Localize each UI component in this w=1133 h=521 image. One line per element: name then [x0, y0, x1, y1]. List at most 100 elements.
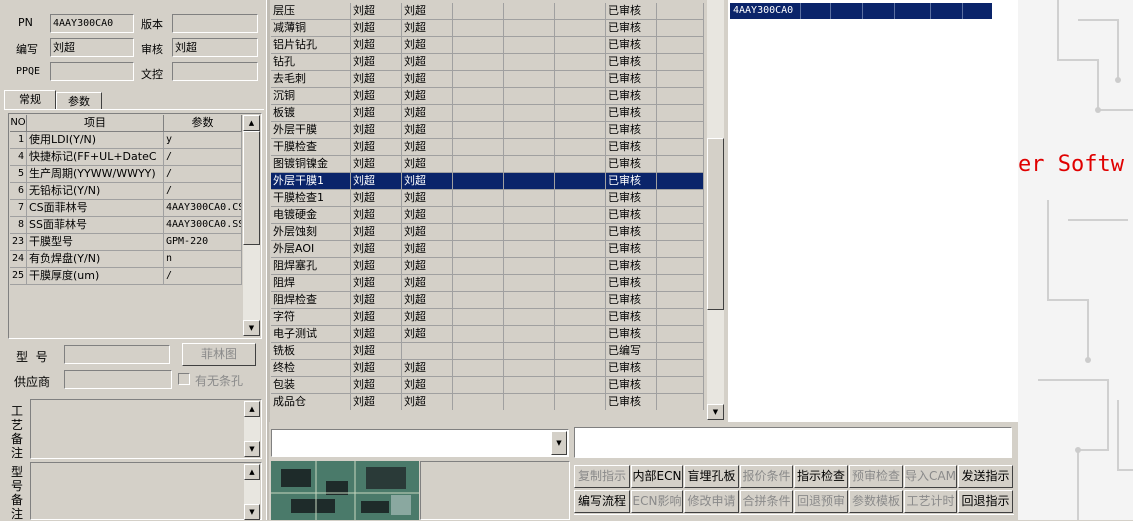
process-grid-scrollbar[interactable]: ▼	[707, 0, 724, 420]
scroll-thumb[interactable]	[243, 131, 260, 245]
scroll-up-icon[interactable]: ▲	[244, 464, 260, 480]
merge-condition-button[interactable]: 合拼条件	[740, 490, 793, 513]
param-grid-scrollbar[interactable]: ▲ ▼	[243, 115, 260, 336]
table-row[interactable]: 阻焊检查 刘超 刘超 已审核	[271, 292, 704, 309]
col-no-header[interactable]: NO	[10, 115, 27, 132]
table-row[interactable]: 24 有负焊盘(Y/N) n	[10, 251, 242, 268]
table-row[interactable]: 铝片钻孔 刘超 刘超 已审核	[271, 37, 704, 54]
process-note-scrollbar[interactable]: ▲ ▼	[244, 401, 260, 457]
table-row[interactable]: 减薄铜 刘超 刘超 已审核	[271, 20, 704, 37]
process-cell-status: 已审核	[606, 360, 657, 377]
table-row[interactable]: 字符 刘超 刘超 已审核	[271, 309, 704, 326]
table-row[interactable]: 去毛刺 刘超 刘超 已审核	[271, 71, 704, 88]
table-row[interactable]: 干膜检查 刘超 刘超 已审核	[271, 139, 704, 156]
model-note-scrollbar[interactable]: ▲ ▼	[244, 464, 260, 520]
editor-field[interactable]: 刘超	[50, 38, 134, 57]
ppqe-field[interactable]	[50, 62, 134, 81]
ecn-impact-button[interactable]: ECN影响	[631, 490, 683, 513]
param-template-button[interactable]: 参数模板	[849, 490, 903, 513]
table-row[interactable]: 图镀铜镍金 刘超 刘超 已审核	[271, 156, 704, 173]
table-row[interactable]: 阻焊 刘超 刘超 已审核	[271, 275, 704, 292]
supplier-field[interactable]	[64, 370, 172, 389]
table-row[interactable]: 沉铜 刘超 刘超 已审核	[271, 88, 704, 105]
version-field[interactable]	[172, 14, 258, 33]
table-row[interactable]: 成品仓 刘超 刘超 已审核	[271, 394, 704, 410]
col-item-header[interactable]: 项目	[27, 115, 164, 132]
table-row[interactable]: 5 生产周期(YYWW/WWYY) /	[10, 166, 242, 183]
process-cell-reviewer: 刘超	[402, 190, 453, 207]
table-row[interactable]: 23 干膜型号 GPM-220	[10, 234, 242, 251]
table-row[interactable]: 包装 刘超 刘超 已审核	[271, 377, 704, 394]
table-row[interactable]: 电子测试 刘超 刘超 已审核	[271, 326, 704, 343]
remark-input[interactable]	[574, 427, 1012, 458]
table-row[interactable]: 25 干膜厚度(um) /	[10, 268, 242, 285]
param-grid[interactable]: NO 项目 参数 1 使用LDI(Y/N) y 4 快捷标记(FF+UL+Dat…	[10, 115, 242, 336]
right-list-item: 4AAY300CA0	[733, 5, 794, 16]
table-row[interactable]: 外层蚀刻 刘超 刘超 已审核	[271, 224, 704, 241]
flow-combo[interactable]: ▼	[271, 429, 569, 457]
write-flow-button[interactable]: 编写流程	[574, 490, 630, 513]
table-row[interactable]: 干膜检查1 刘超 刘超 已审核	[271, 190, 704, 207]
process-cell-empty	[657, 360, 704, 377]
rollback-prereview-button[interactable]: 回退预审	[794, 490, 848, 513]
scroll-down-icon[interactable]: ▼	[244, 504, 260, 520]
right-list-selected-row[interactable]: 4AAY300CA0	[730, 3, 992, 19]
import-cam-button[interactable]: 导入CAM	[904, 465, 957, 488]
process-cell-empty	[453, 37, 504, 54]
pn-field[interactable]: 4AAY300CA0	[50, 14, 134, 33]
internal-ecn-button[interactable]: 内部ECN	[631, 465, 683, 488]
table-row[interactable]: 电镀硬金 刘超 刘超 已审核	[271, 207, 704, 224]
copy-instruction-button[interactable]: 复制指示	[574, 465, 630, 488]
quote-condition-button[interactable]: 报价条件	[740, 465, 793, 488]
tab-general[interactable]: 常规	[4, 90, 56, 110]
process-timing-button[interactable]: 工艺计时	[904, 490, 957, 513]
model-field[interactable]	[64, 345, 170, 364]
process-cell-status: 已审核	[606, 20, 657, 37]
scroll-up-icon[interactable]: ▲	[243, 115, 260, 131]
no-slot-checkbox[interactable]	[178, 373, 190, 385]
rollback-instruction-button[interactable]: 回退指示	[958, 490, 1013, 513]
chevron-down-icon[interactable]: ▼	[551, 431, 567, 455]
instruction-check-button[interactable]: 指示检查	[794, 465, 848, 488]
process-cell-name: 钻孔	[271, 54, 351, 71]
table-row[interactable]: 钻孔 刘超 刘超 已审核	[271, 54, 704, 71]
process-note-textarea[interactable]	[30, 399, 262, 459]
table-row[interactable]: 1 使用LDI(Y/N) y	[10, 132, 242, 149]
reviewer-label: 审核	[141, 43, 163, 56]
process-grid[interactable]: 层压 刘超 刘超 已审核 减薄铜 刘超 刘超 已审核 铝片钻孔 刘超 刘超 已审核 钻孔 刘超 刘超 已审核去…	[271, 0, 704, 410]
scroll-down-icon[interactable]: ▼	[243, 320, 260, 336]
table-row[interactable]: 外层干膜1 刘超 刘超 已审核	[271, 173, 704, 190]
process-cell-empty	[555, 20, 606, 37]
table-row[interactable]: 铣板 刘超 已编写	[271, 343, 704, 360]
scroll-down-icon[interactable]: ▼	[707, 404, 724, 420]
send-instruction-button[interactable]: 发送指示	[958, 465, 1013, 488]
process-cell-name: 图镀铜镍金	[271, 156, 351, 173]
scroll-up-icon[interactable]: ▲	[244, 401, 260, 417]
model-note-textarea[interactable]	[30, 462, 262, 520]
film-button[interactable]: 菲林图	[182, 343, 256, 366]
col-value-header[interactable]: 参数	[164, 115, 242, 132]
table-row[interactable]: 阻焊塞孔 刘超 刘超 已审核	[271, 258, 704, 275]
table-row[interactable]: 外层AOI 刘超 刘超 已审核	[271, 241, 704, 258]
table-row[interactable]: 8 SS面菲林号 4AAY300CA0.SS2	[10, 217, 242, 234]
blind-buried-button[interactable]: 盲埋孔板	[684, 465, 739, 488]
table-row[interactable]: 6 无铅标记(Y/N) /	[10, 183, 242, 200]
tab-params[interactable]: 参数	[56, 92, 102, 110]
table-row[interactable]: 终检 刘超 刘超 已审核	[271, 360, 704, 377]
pre-review-check-button[interactable]: 预审检查	[849, 465, 903, 488]
table-row[interactable]: 7 CS面菲林号 4AAY300CA0.CS2	[10, 200, 242, 217]
no-slot-label: 有无条孔	[195, 374, 244, 388]
scroll-thumb[interactable]	[707, 138, 724, 310]
table-row[interactable]: 外层干膜 刘超 刘超 已审核	[271, 122, 704, 139]
process-cell-editor: 刘超	[351, 54, 402, 71]
table-row[interactable]: 4 快捷标记(FF+UL+DateC /	[10, 149, 242, 166]
modify-request-button[interactable]: 修改申请	[684, 490, 739, 513]
process-cell-empty	[453, 377, 504, 394]
reviewer-field[interactable]: 刘超	[172, 38, 258, 57]
process-cell-empty	[504, 122, 555, 139]
table-row[interactable]: 层压 刘超 刘超 已审核	[271, 3, 704, 20]
wenkong-field[interactable]	[172, 62, 258, 81]
scroll-down-icon[interactable]: ▼	[244, 441, 260, 457]
table-row[interactable]: 板镀 刘超 刘超 已审核	[271, 105, 704, 122]
process-cell-status: 已审核	[606, 326, 657, 343]
